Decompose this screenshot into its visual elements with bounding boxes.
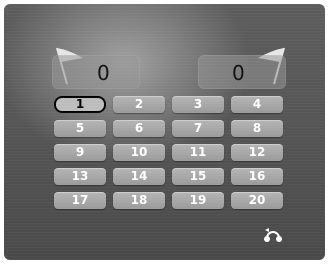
left-score: 0	[97, 61, 110, 85]
number-button-5[interactable]: 5	[54, 120, 106, 137]
number-button-13[interactable]: 13	[54, 168, 106, 185]
game-screen: 0 0 1 2 3 4 5 6 7 8 9 10 11 12 13 14 15 …	[4, 4, 325, 260]
number-button-11[interactable]: 11	[172, 144, 224, 161]
number-button-12[interactable]: 12	[231, 144, 283, 161]
number-button-10[interactable]: 10	[113, 144, 165, 161]
number-button-16[interactable]: 16	[231, 168, 283, 185]
number-button-8[interactable]: 8	[231, 120, 283, 137]
number-button-6[interactable]: 6	[113, 120, 165, 137]
left-score-box: 0	[52, 55, 140, 89]
number-button-18[interactable]: 18	[113, 192, 165, 209]
number-button-1[interactable]: 1	[54, 96, 106, 113]
number-button-15[interactable]: 15	[172, 168, 224, 185]
number-button-19[interactable]: 19	[172, 192, 224, 209]
number-button-17[interactable]: 17	[54, 192, 106, 209]
number-button-9[interactable]: 9	[54, 144, 106, 161]
number-button-3[interactable]: 3	[172, 96, 224, 113]
number-button-14[interactable]: 14	[113, 168, 165, 185]
right-score-box: 0	[198, 55, 286, 89]
right-score: 0	[232, 61, 245, 85]
number-button-4[interactable]: 4	[231, 96, 283, 113]
number-button-2[interactable]: 2	[113, 96, 165, 113]
return-control-icon[interactable]	[262, 226, 284, 244]
number-button-7[interactable]: 7	[172, 120, 224, 137]
number-button-20[interactable]: 20	[231, 192, 283, 209]
